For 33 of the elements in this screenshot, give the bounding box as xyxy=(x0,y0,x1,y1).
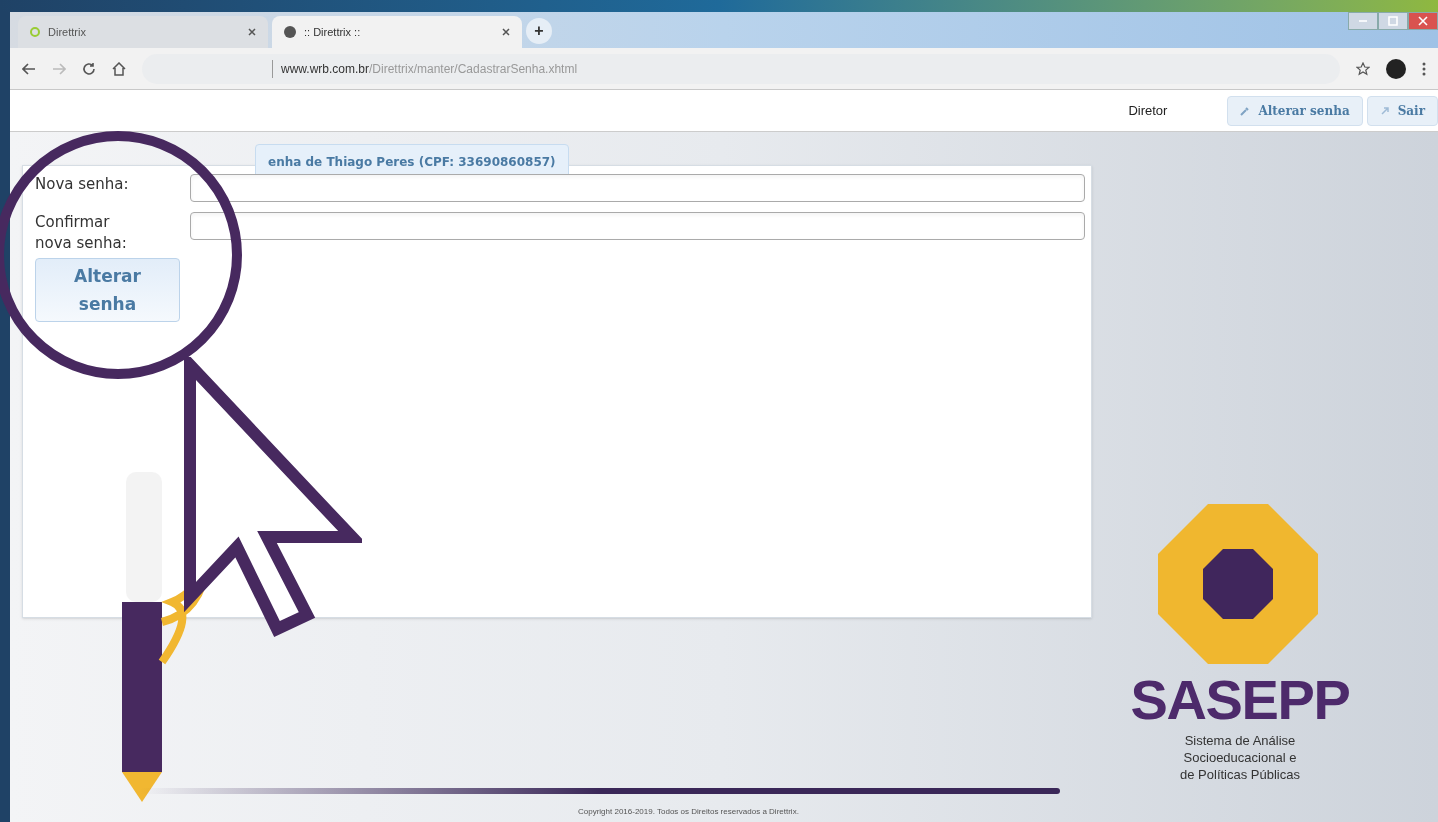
back-icon[interactable] xyxy=(22,62,36,75)
close-icon[interactable] xyxy=(248,28,256,36)
change-password-button[interactable]: Alterar senha xyxy=(35,258,180,322)
address-bar[interactable]: www.wrb.com.br/Direttrix/manter/CadastrarSenha.xhtml xyxy=(142,53,1340,84)
logo-subtitle: Sistema de Análise xyxy=(1184,732,1296,749)
profile-avatar[interactable] xyxy=(1386,58,1406,79)
user-role: Diretor xyxy=(1128,101,1168,120)
key-icon xyxy=(1240,105,1251,116)
exit-icon xyxy=(1379,105,1390,116)
favicon-icon xyxy=(30,27,40,37)
copyright-text: Copyright 2016-2019. Todos os Direitos reservados a Direttrix. xyxy=(578,806,799,818)
close-icon[interactable] xyxy=(502,28,510,36)
url-text: www.wrb.com.br/Direttrix/manter/CadastrarSenha.xhtml xyxy=(272,59,578,78)
star-icon[interactable] xyxy=(1356,61,1370,76)
tab-title: Direttrix xyxy=(48,24,87,40)
menu-icon[interactable] xyxy=(1422,61,1426,76)
field-label: Nova senha: xyxy=(35,174,130,195)
close-icon[interactable] xyxy=(1408,12,1438,30)
logo-title: SASEPP xyxy=(1130,672,1350,728)
tab-title: :: Direttrix :: xyxy=(304,24,362,40)
password-field[interactable] xyxy=(190,212,1085,240)
logo-subtitle: de Políticas Públicas xyxy=(1180,766,1300,783)
logout-button[interactable]: Sair xyxy=(1366,95,1438,126)
password-field[interactable] xyxy=(190,174,1085,202)
logo-subtitle: Socioeducacional e xyxy=(1183,749,1297,766)
new-tab-button[interactable]: + xyxy=(526,18,552,44)
browser-tab[interactable]: Direttrix xyxy=(18,16,268,48)
change-password-button[interactable]: Alterar senha xyxy=(1227,95,1363,126)
home-icon[interactable] xyxy=(112,61,126,76)
browser-tab[interactable]: :: Direttrix :: xyxy=(272,16,522,48)
reload-icon[interactable] xyxy=(82,61,96,76)
field-label: Confirmar nova senha: xyxy=(35,212,128,254)
octagon-logo-icon xyxy=(1158,504,1318,664)
